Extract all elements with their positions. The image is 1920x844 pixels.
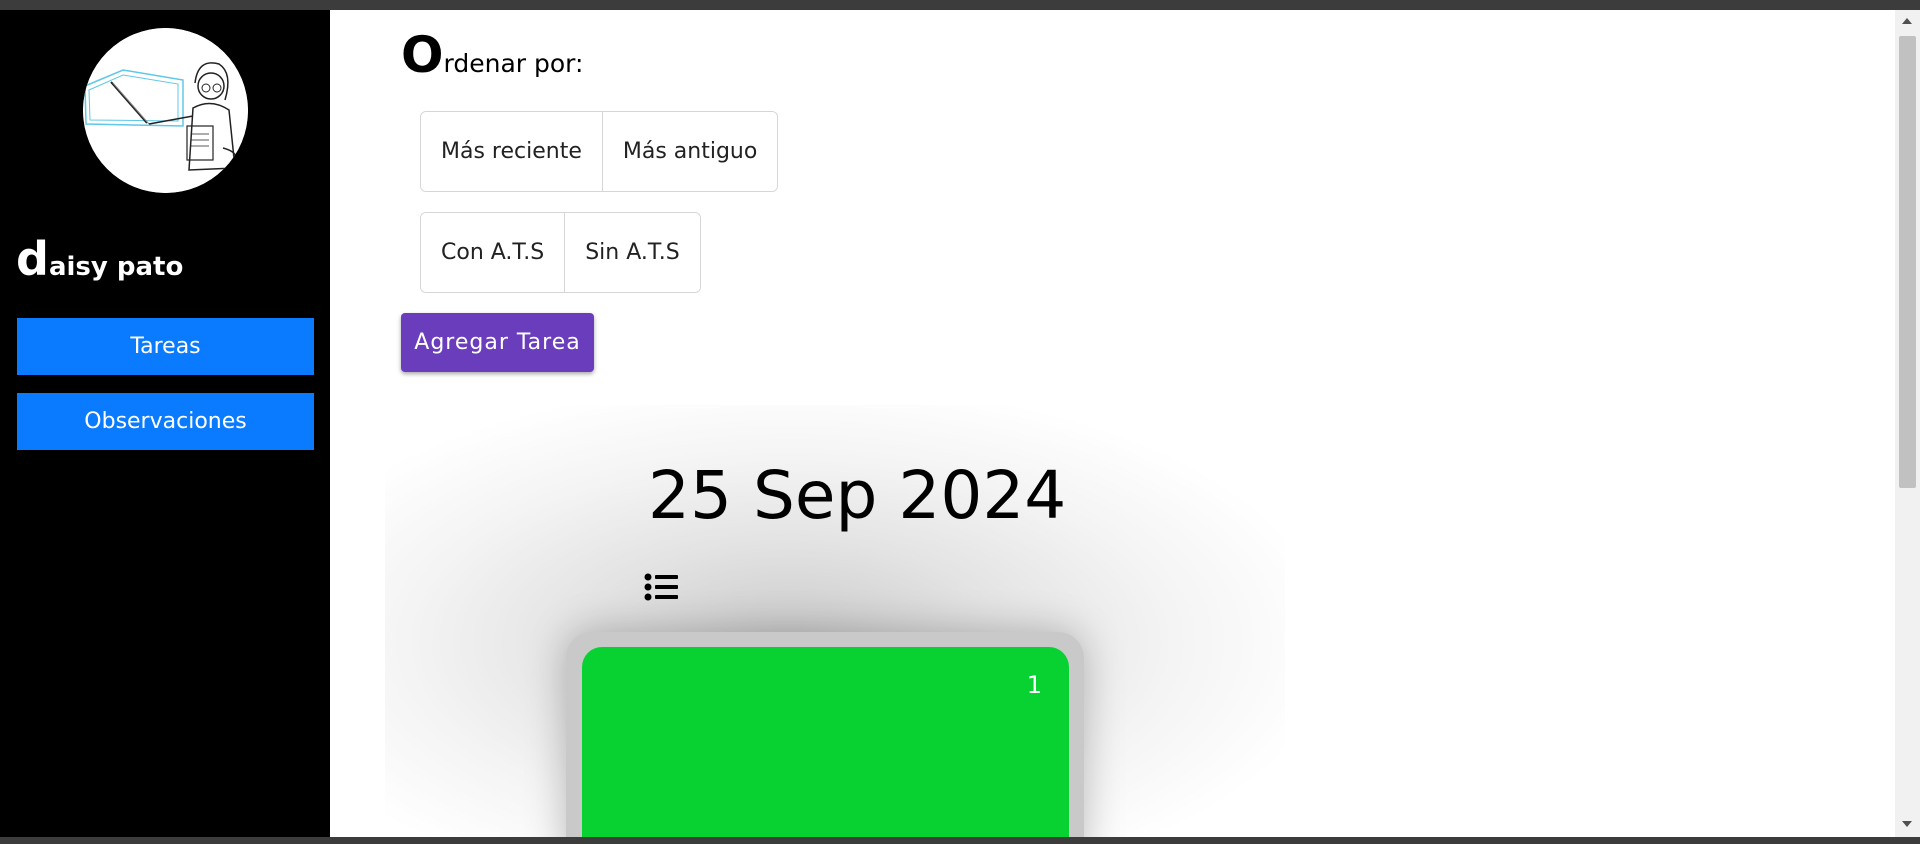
sidebar: daisy pato Tareas Observaciones [0,10,330,837]
sort-title-rest: rdenar por: [443,49,584,78]
scrollbar-thumb[interactable] [1899,36,1916,488]
user-name-rest: aisy pato [48,252,184,282]
task-card[interactable]: 1 [582,647,1069,844]
filter-with-ats-button[interactable]: Con A.T.S [421,213,565,292]
date-group-panel: 25 Sep 2024 1 [385,405,1285,844]
browser-top-bar [0,0,1920,10]
list-icon[interactable] [644,572,678,602]
task-card-number: 1 [1026,671,1042,699]
nav-tareas-button[interactable]: Tareas [17,318,314,375]
sort-title: Ordenar por: [401,26,583,84]
filter-ats-group: Con A.T.S Sin A.T.S [420,212,701,293]
sort-title-initial: O [401,26,444,84]
sort-oldest-button[interactable]: Más antiguo [601,112,778,191]
add-task-button[interactable]: Agregar Tarea [401,313,594,372]
scroll-up-arrow-icon[interactable] [1902,18,1912,24]
sort-newest-button[interactable]: Más reciente [421,112,602,191]
scroll-down-arrow-icon[interactable] [1902,821,1912,827]
user-name: daisy pato [16,232,183,286]
browser-bottom-bar [0,837,1920,844]
sort-date-group: Más reciente Más antiguo [420,111,779,192]
vertical-scrollbar[interactable] [1895,10,1920,837]
main-content: Ordenar por: Más reciente Más antiguo Co… [330,10,1895,844]
task-card-frame: 1 [566,632,1084,844]
date-heading: 25 Sep 2024 [648,457,1067,534]
filter-without-ats-button[interactable]: Sin A.T.S [564,213,700,292]
user-name-initial: d [16,232,49,286]
nav-observaciones-button[interactable]: Observaciones [17,393,314,450]
teacher-illustration-icon [83,28,248,193]
avatar [83,28,248,193]
